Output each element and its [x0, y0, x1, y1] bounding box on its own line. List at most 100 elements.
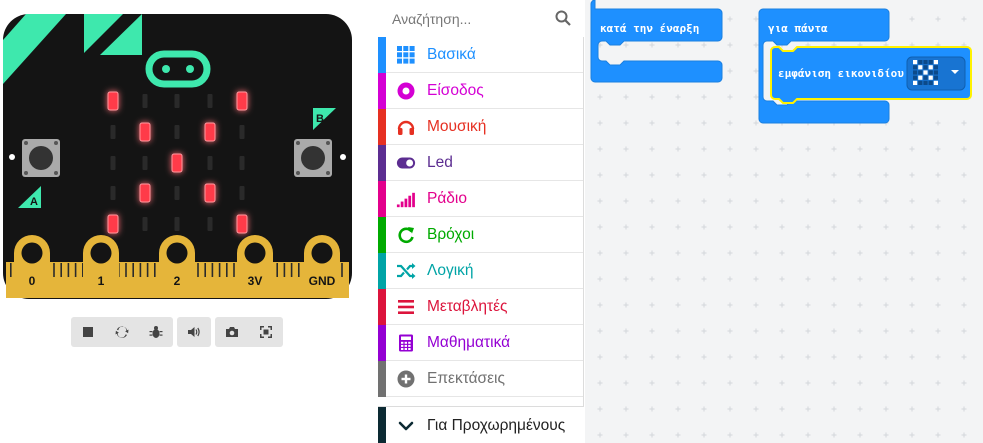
category-item[interactable]: Βρόχοι [378, 217, 583, 253]
category-color-bar [378, 407, 386, 443]
preview-led-on [928, 75, 933, 80]
category-item[interactable]: Μαθηματικά [378, 325, 583, 361]
edge-dot [9, 154, 15, 160]
preview-led-on [913, 80, 918, 85]
sound-button[interactable] [177, 317, 211, 347]
shuffle-icon [396, 261, 416, 281]
preview-led-off [918, 70, 923, 75]
category-label: Ράδιο [427, 190, 467, 207]
category-list: Βασικά Είσοδος Μουσική Led Ράδιο Βρόχοι … [378, 37, 583, 397]
category-label: Μουσική [427, 118, 487, 135]
blocks-workspace[interactable]: κατά την έναρξη για πάντα εμφάνιση εικον… [585, 0, 983, 443]
signal-bars-icon [396, 189, 416, 209]
preview-led-on [923, 70, 928, 75]
connector-finger [67, 263, 70, 277]
preview-led-on [918, 65, 923, 70]
plus-circle-icon [396, 369, 416, 389]
advanced-category[interactable]: Για Προχωρημένους [378, 406, 584, 443]
pin-label: 0 [29, 274, 36, 288]
screenshot-button[interactable] [215, 317, 249, 347]
fullscreen-button[interactable] [249, 317, 283, 347]
connector-finger [74, 263, 77, 277]
connector-finger [53, 263, 55, 277]
category-color-bar [378, 145, 386, 181]
led-off [239, 156, 245, 170]
led-off [142, 217, 148, 231]
category-item[interactable]: Ράδιο [378, 181, 583, 217]
restart-button[interactable] [105, 317, 139, 347]
led-on [107, 91, 119, 111]
category-item[interactable]: Led [378, 145, 583, 181]
pin-pad[interactable]: 2 [159, 235, 195, 298]
icon-picker-dropdown[interactable] [906, 56, 966, 91]
category-item[interactable]: Είσοδος [378, 73, 583, 109]
preview-led-off [933, 75, 938, 80]
preview-led-off [928, 80, 933, 85]
led-on [139, 183, 151, 203]
edge-dot [340, 154, 346, 160]
category-item[interactable]: Μουσική [378, 109, 583, 145]
debug-button[interactable] [139, 317, 173, 347]
category-color-bar [378, 325, 386, 361]
preview-led-off [933, 70, 938, 75]
show-icon-label: εμφάνιση εικονιδίου [778, 67, 904, 80]
connector-finger [298, 263, 300, 277]
led-on [204, 122, 216, 142]
button-b[interactable] [294, 139, 332, 177]
screenshot-icon [226, 327, 238, 337]
microbit-board[interactable]: A B 0 1 2 3V GND [0, 0, 360, 305]
led-off [239, 125, 245, 139]
workspace-canvas: κατά την έναρξη για πάντα εμφάνιση εικον… [585, 0, 983, 443]
sim-sound-group [177, 317, 211, 347]
toolbox: Βασικά Είσοδος Μουσική Led Ράδιο Βρόχοι … [378, 0, 584, 443]
preview-led-off [923, 65, 928, 70]
category-color-bar [378, 37, 386, 73]
led-off [174, 125, 180, 139]
simulator-toolbar [71, 317, 283, 347]
led-off [142, 156, 148, 170]
connector-finger [10, 263, 12, 277]
search-input[interactable] [378, 0, 584, 37]
connector-finger [233, 263, 235, 277]
connector-finger [204, 263, 206, 277]
category-label: Είσοδος [427, 82, 484, 99]
category-color-bar [378, 181, 386, 217]
led-off [207, 94, 213, 108]
category-item[interactable]: Μεταβλητές [378, 289, 583, 325]
toolbox-search [378, 0, 584, 37]
connector-finger [276, 263, 278, 277]
led-off [239, 186, 245, 200]
button-a[interactable] [22, 139, 60, 177]
pin-pad[interactable]: 1 [83, 235, 119, 298]
connector-finger [125, 263, 127, 277]
calculator-icon [396, 333, 416, 353]
preview-led-on [918, 75, 923, 80]
lines-icon [396, 297, 416, 317]
connector-finger [139, 263, 142, 277]
category-color-bar [378, 361, 386, 397]
on-start-block[interactable]: κατά την έναρξη [590, 0, 723, 83]
led-off [174, 186, 180, 200]
preview-led-off [918, 80, 923, 85]
sim-control-group [71, 317, 173, 347]
category-item[interactable]: Επεκτάσεις [378, 361, 583, 397]
category-label: Επεκτάσεις [427, 370, 505, 387]
show-icon-block[interactable]: εμφάνιση εικονιδίου [770, 46, 972, 104]
category-item[interactable]: Λογική [378, 253, 583, 289]
restart-icon [115, 326, 129, 338]
category-item[interactable]: Βασικά [378, 37, 583, 73]
connector-finger [146, 263, 149, 277]
connector-finger [132, 263, 134, 277]
pin-pad[interactable]: 0 [14, 235, 50, 298]
stop-button[interactable] [71, 317, 105, 347]
search-icon[interactable] [555, 10, 571, 26]
advanced-label: Για Προχωρημένους [427, 417, 566, 434]
preview-led-off [923, 80, 928, 85]
pin-pad[interactable]: GND [304, 235, 340, 298]
pin-label: GND [309, 274, 336, 288]
loop-arrow-icon [396, 225, 416, 245]
preview-led-on [933, 80, 938, 85]
preview-led-off [933, 65, 938, 70]
pin-pad[interactable]: 3V [237, 235, 273, 298]
led-off [174, 217, 180, 231]
